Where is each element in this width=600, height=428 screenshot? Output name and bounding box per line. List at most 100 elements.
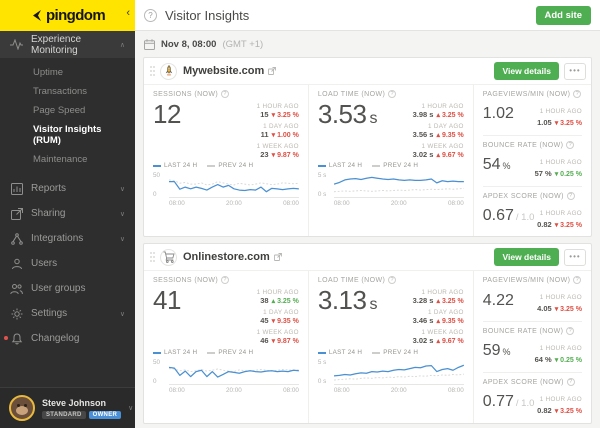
more-button[interactable] [564, 248, 586, 266]
help-icon[interactable] [573, 90, 582, 98]
history-delta: ▴ 3.25 % [436, 298, 464, 306]
help-icon[interactable] [566, 191, 575, 200]
sidebar-item-transactions[interactable]: Transactions [0, 82, 135, 101]
help-icon[interactable] [566, 327, 575, 335]
sidebar-item-sharing[interactable]: Sharing ∨ [0, 201, 135, 226]
apdex-metric: APDEX SCORE (NOW) 0.77/ 1.0 1 HOUR AGO 0… [483, 373, 582, 423]
external-link-icon[interactable] [273, 253, 282, 262]
sessions-header: SESSIONS (NOW) [153, 276, 299, 285]
external-link-icon[interactable] [268, 67, 277, 75]
site-card-body: SESSIONS (NOW) 12 1 HOUR AGO 15▾ 3.25 % … [144, 85, 591, 237]
view-details-button[interactable]: View details [494, 62, 559, 80]
sidebar-item-label: User groups [31, 283, 86, 294]
timezone-text: (GMT +1) [222, 39, 264, 50]
sidebar-item-maintenance[interactable]: Maintenance [0, 150, 135, 169]
add-site-button[interactable]: Add site [535, 5, 591, 25]
help-icon[interactable] [573, 276, 582, 285]
bell-icon [10, 332, 23, 345]
pingdom-logo-mark: pingdom [30, 7, 106, 24]
sidebar-item-experience-monitoring[interactable]: Experience Monitoring ∧ [0, 31, 135, 58]
pageviews-value: 1.02 [482, 105, 514, 123]
sessions-header: SESSIONS (NOW) [153, 90, 299, 98]
sidebar-item-integrations[interactable]: Integrations ∨ [0, 226, 135, 251]
user-badges: STANDARD OWNER [42, 410, 122, 419]
sessions-label: SESSIONS (NOW) [153, 91, 219, 98]
chevron-down-icon: ∨ [119, 185, 125, 193]
user-info: Steve Johnson STANDARD OWNER [42, 397, 122, 419]
more-button[interactable] [564, 62, 586, 80]
x-tick: 08:00 [169, 200, 185, 208]
bounce-label: BOUNCE RATE (NOW) [482, 141, 564, 149]
waveform-icon [10, 38, 23, 51]
view-details-button[interactable]: View details [494, 248, 559, 267]
history-label: 1 WEEK AGO [256, 142, 299, 150]
sidebar-collapse-icon[interactable]: ‹ [126, 8, 130, 19]
x-tick: 08:00 [447, 386, 464, 394]
help-icon[interactable] [566, 140, 575, 149]
pingdom-logo[interactable]: pingdom ‹ [0, 0, 135, 31]
history-value: 0.82 [537, 405, 552, 415]
drag-handle-icon[interactable] [148, 249, 157, 265]
help-icon[interactable] [388, 90, 397, 98]
loadtime-label: LOAD TIME (NOW) [317, 277, 386, 285]
loadtime-chart [333, 177, 464, 199]
sidebar-item-label: Integrations [31, 233, 84, 244]
history-value: 3.28 s [412, 296, 434, 306]
loadtime-header: LOAD TIME (NOW) [318, 90, 464, 98]
y-axis-max: 5 s [317, 172, 327, 180]
legend-prev-label: PREV 24 H [383, 162, 419, 170]
history-label: 1 HOUR AGO [539, 158, 582, 166]
help-icon[interactable] [566, 377, 575, 386]
loadtime-chart [333, 364, 464, 385]
calendar-icon [144, 39, 155, 50]
help-icon[interactable] [144, 8, 157, 22]
sidebar-item-changelog[interactable]: Changelog [0, 326, 135, 351]
pingdom-logo-text: pingdom [45, 7, 106, 24]
legend-last-label: LAST 24 H [328, 348, 363, 356]
sidebar-item-reports[interactable]: Reports ∨ [0, 176, 135, 201]
legend-last-swatch [317, 165, 326, 168]
sidebar-item-settings[interactable]: Settings ∨ [0, 301, 135, 326]
apdex-history: 1 HOUR AGO 0.82 ▾ 3.25 % [537, 388, 582, 417]
sidebar-item-visitor-insights[interactable]: Visitor Insights (RUM) [0, 120, 135, 150]
sessions-history: 1 HOUR AGO 38 ▴ 3.25 % 1 DAY AGO 45 ▾ 9.35… [257, 287, 299, 346]
x-tick: 20:00 [390, 200, 407, 208]
page-header: Visitor Insights Add site [135, 0, 600, 31]
bounce-unit: % [502, 347, 511, 358]
integrations-icon [10, 232, 23, 245]
y-axis-min: 0 s [317, 191, 327, 199]
history-delta: ▾ 3.25 % [554, 306, 582, 314]
sidebar-item-users[interactable]: Users [0, 251, 135, 276]
drag-handle-icon[interactable] [148, 63, 157, 79]
help-icon[interactable] [221, 90, 230, 98]
date-picker[interactable]: Nov 8, 08:00 (GMT +1) [135, 31, 600, 57]
history-value: 3.56 s [412, 129, 434, 139]
sidebar-item-uptime[interactable]: Uptime [0, 63, 135, 82]
help-icon[interactable] [221, 276, 230, 285]
history-delta: ▾ 0.25 % [554, 357, 582, 364]
user-menu[interactable]: Steve Johnson STANDARD OWNER ∨ [0, 387, 135, 428]
rocket-icon [165, 65, 172, 76]
history-delta: ▾ 3.25 % [271, 112, 299, 119]
history-value: 4.05 [537, 304, 552, 314]
sidebar-item-user-groups[interactable]: User groups [0, 276, 135, 301]
history-delta: ▾ 3.25 % [554, 221, 582, 229]
user-icon [10, 257, 23, 270]
plan-badge: STANDARD [42, 410, 86, 419]
history-value: 46 [260, 335, 269, 345]
loadtime-label: LOAD TIME (NOW) [317, 91, 386, 98]
sessions-label: SESSIONS (NOW) [153, 277, 219, 285]
user-name: Steve Johnson [42, 397, 107, 408]
history-value: 64 % [534, 355, 552, 364]
sidebar-item-label: Users [31, 258, 58, 269]
legend-last-label: LAST 24 H [164, 162, 198, 170]
history-delta: ▴ 3.25 % [436, 112, 464, 119]
bounce-label: BOUNCE RATE (NOW) [482, 328, 564, 335]
sidebar-item-label: Settings [31, 308, 68, 319]
history-label: 1 DAY AGO [428, 122, 464, 130]
sidebar-item-page-speed[interactable]: Page Speed [0, 101, 135, 120]
history-value: 3.98 s [412, 110, 434, 119]
y-axis-min: 0 s [317, 377, 327, 385]
history-value: 3.02 s [412, 335, 434, 345]
help-icon[interactable] [388, 276, 397, 285]
